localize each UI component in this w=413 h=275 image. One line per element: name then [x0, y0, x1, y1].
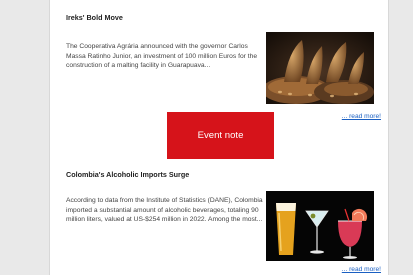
drinks-glasses-image — [266, 191, 374, 261]
article-title: Colombia's Alcoholic Imports Surge — [66, 170, 190, 179]
newsletter-card: Ireks' Bold Move The Cooperativa Agrária… — [49, 0, 389, 275]
read-more-link[interactable]: ... read more! — [342, 113, 381, 120]
event-note-button[interactable]: Event note — [167, 112, 274, 159]
article-summary: The Cooperativa Agrária announced with t… — [66, 43, 258, 70]
article-title: Ireks' Bold Move — [66, 13, 123, 22]
read-more-link[interactable]: ... read more! — [342, 266, 381, 273]
malt-grains-image — [266, 32, 374, 104]
article-summary: According to data from the Institute of … — [66, 197, 263, 224]
newsletter-page: Ireks' Bold Move The Cooperativa Agrária… — [0, 0, 413, 275]
